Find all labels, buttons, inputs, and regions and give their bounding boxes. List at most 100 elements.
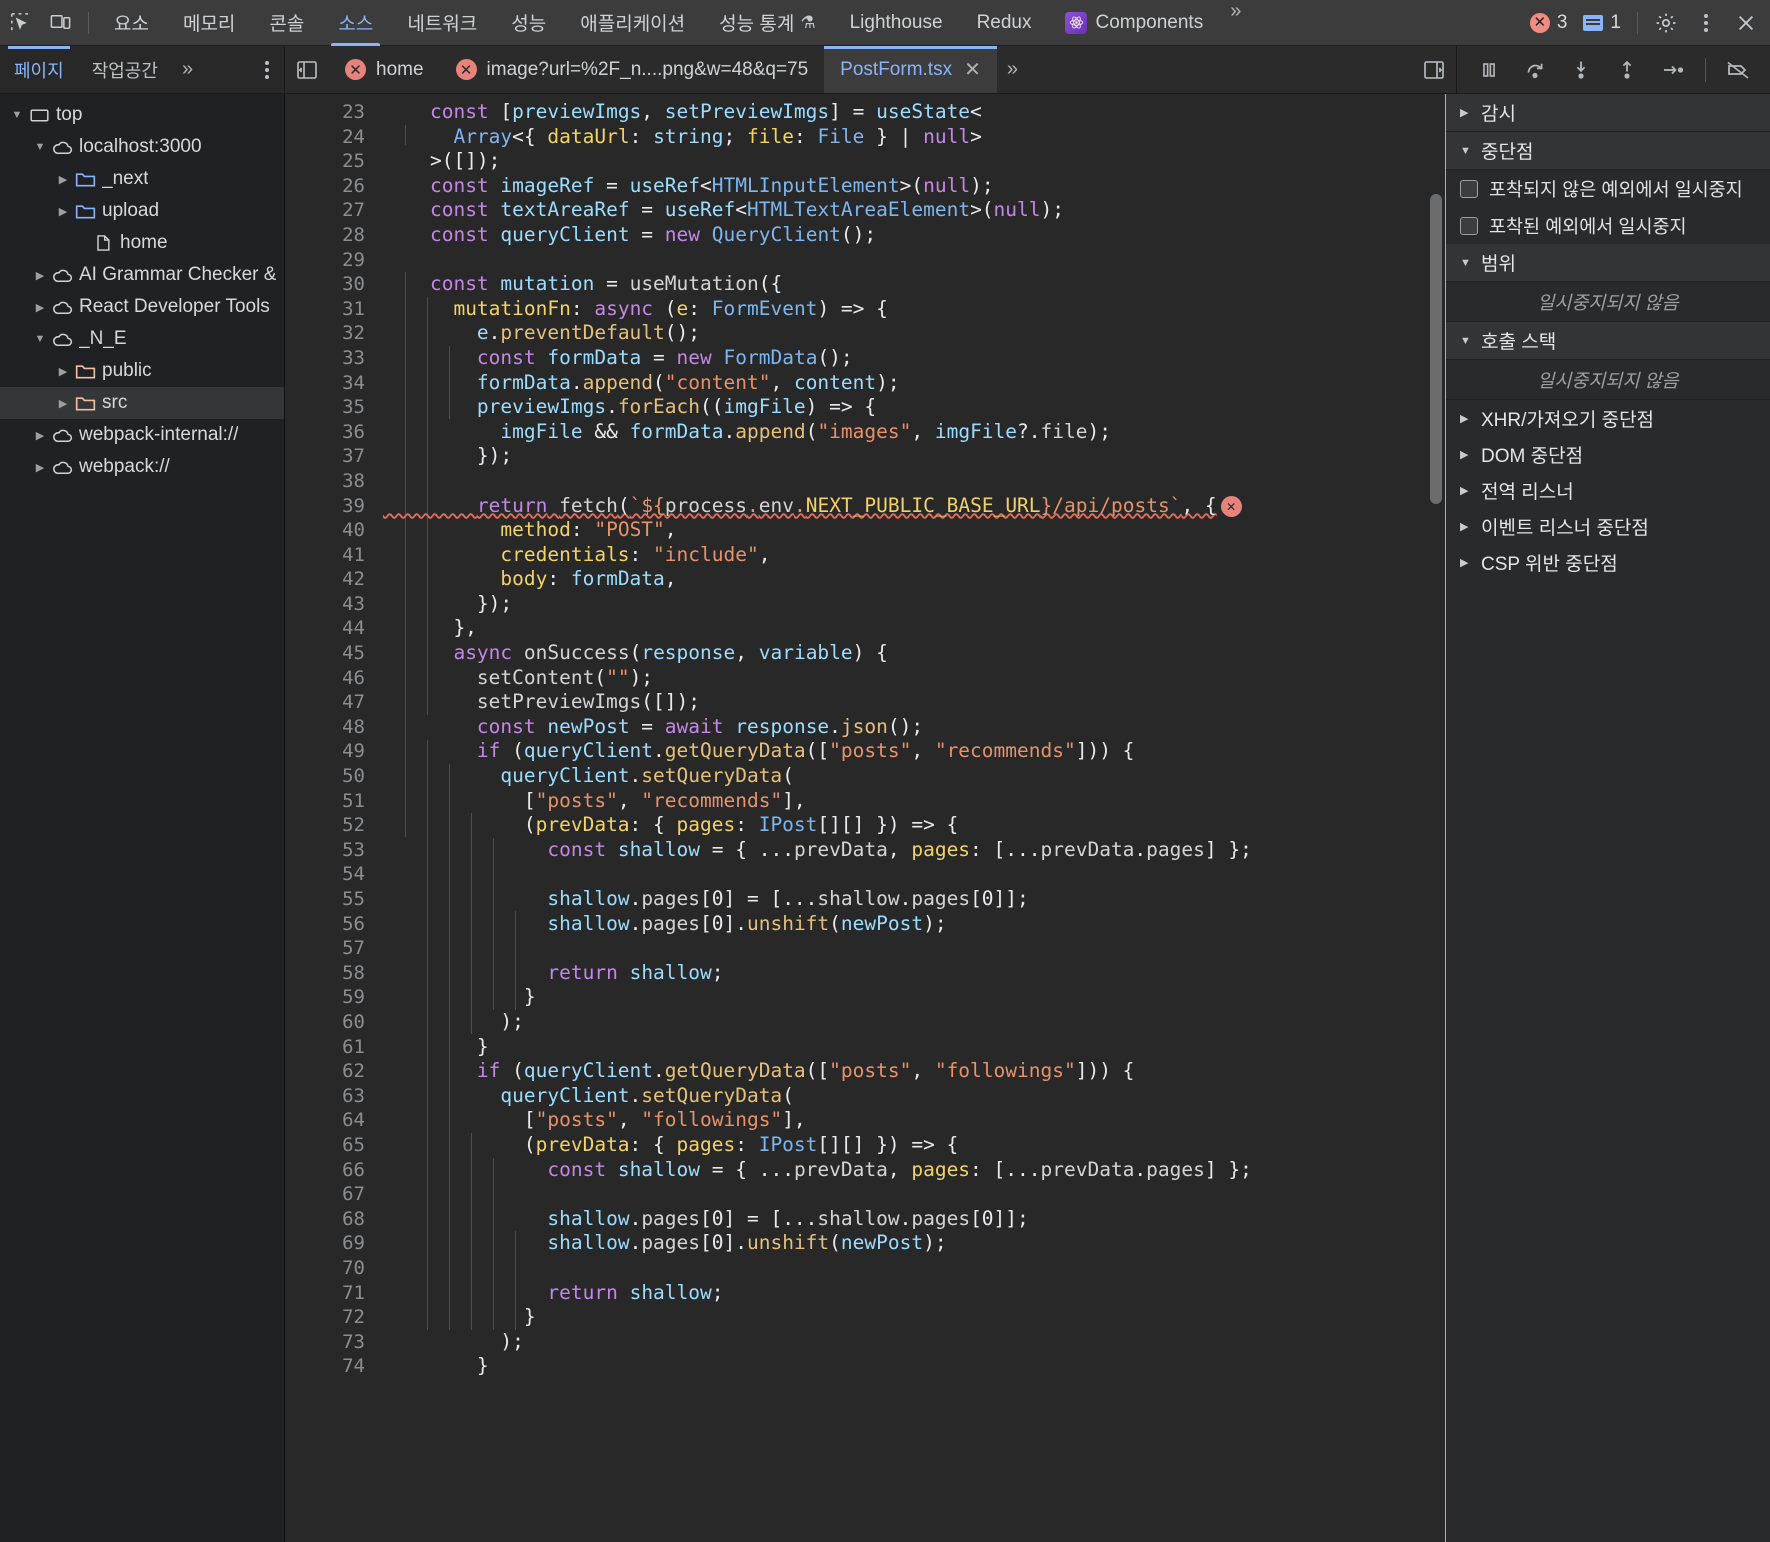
checkbox-icon[interactable] xyxy=(1460,179,1478,198)
line-number[interactable]: 29 xyxy=(285,248,383,273)
line-number[interactable]: 27 xyxy=(285,198,383,223)
tree-item-public[interactable]: ▶ public xyxy=(0,355,284,387)
close-icon[interactable] xyxy=(1726,5,1766,41)
chevron-down-icon[interactable]: ▼ xyxy=(8,109,26,121)
tree-item-src[interactable]: ▶ src xyxy=(0,387,284,419)
nav-tab-workspace[interactable]: 작업공간 xyxy=(78,46,172,94)
line-number[interactable]: 28 xyxy=(285,223,383,248)
deactivate-breakpoints-icon[interactable] xyxy=(1716,50,1760,90)
step-out-icon[interactable] xyxy=(1605,50,1649,90)
line-number[interactable]: 50 xyxy=(285,764,383,789)
line-number[interactable]: 58 xyxy=(285,961,383,986)
debugger-section-breakpoints[interactable]: ▼ 중단점 xyxy=(1446,132,1770,170)
line-number[interactable]: 68 xyxy=(285,1207,383,1232)
tab-lighthouse[interactable]: Lighthouse xyxy=(833,0,960,46)
toggle-navigator-icon[interactable] xyxy=(285,46,329,93)
tree-item-ai-grammar-checker[interactable]: ▶ AI Grammar Checker & xyxy=(0,259,284,291)
chevron-right-icon[interactable]: ▶ xyxy=(31,269,49,282)
step-over-icon[interactable] xyxy=(1513,50,1557,90)
line-number[interactable]: 25 xyxy=(285,149,383,174)
tree-item-n-e[interactable]: ▼ _N_E xyxy=(0,323,284,355)
line-number[interactable]: 59 xyxy=(285,985,383,1010)
code-editor[interactable]: 23 24 25 26 27 28 29 30 31 32 33 34 35 36 37 38 39 40 41 42… xyxy=(285,94,1445,1542)
pause-icon[interactable] xyxy=(1467,50,1511,90)
editor-tab-home[interactable]: ✕ home xyxy=(329,46,440,93)
line-number[interactable]: 56 xyxy=(285,912,383,937)
debugger-section-dom-breakpoints[interactable]: ▶ DOM 중단점 xyxy=(1446,436,1770,472)
line-number[interactable]: 73 xyxy=(285,1330,383,1355)
tree-item-localhost[interactable]: ▼ localhost:3000 xyxy=(0,131,284,163)
tab-performance-insights[interactable]: 성능 통계 ⚗ xyxy=(702,0,832,46)
step-into-icon[interactable] xyxy=(1559,50,1603,90)
warning-count-badge[interactable]: 1 xyxy=(1575,12,1629,34)
line-number[interactable]: 57 xyxy=(285,936,383,961)
line-number[interactable]: 55 xyxy=(285,887,383,912)
kebab-menu-icon[interactable] xyxy=(1686,5,1726,41)
line-number[interactable]: 52 xyxy=(285,813,383,838)
chevron-right-icon[interactable]: ▶ xyxy=(54,173,72,186)
tab-console[interactable]: 콘솔 xyxy=(252,0,321,46)
line-number[interactable]: 48 xyxy=(285,715,383,740)
tree-item-react-developer-tools[interactable]: ▶ React Developer Tools xyxy=(0,291,284,323)
line-number[interactable]: 36 xyxy=(285,420,383,445)
line-number[interactable]: 70 xyxy=(285,1256,383,1281)
chevron-right-icon[interactable]: ▶ xyxy=(54,365,72,378)
chevron-right-icon[interactable]: ▶ xyxy=(31,461,49,474)
line-number[interactable]: 49 xyxy=(285,739,383,764)
line-number[interactable]: 38 xyxy=(285,469,383,494)
more-panels-icon[interactable]: » xyxy=(1220,0,1249,46)
debugger-section-xhr-breakpoints[interactable]: ▶ XHR/가져오기 중단점 xyxy=(1446,400,1770,436)
line-number[interactable]: 45 xyxy=(285,641,383,666)
debugger-section-call-stack[interactable]: ▼ 호출 스택 xyxy=(1446,322,1770,360)
line-number[interactable]: 71 xyxy=(285,1281,383,1306)
line-number[interactable]: 69 xyxy=(285,1231,383,1256)
step-icon[interactable] xyxy=(1651,50,1695,90)
navigator-menu-icon[interactable] xyxy=(250,46,284,94)
file-navigator[interactable]: ▼ top ▼ localhost:3000 ▶ _next ▶ upload … xyxy=(0,94,285,1542)
tab-performance[interactable]: 성능 xyxy=(494,0,563,46)
line-number[interactable]: 66 xyxy=(285,1158,383,1183)
nav-tab-page[interactable]: 페이지 xyxy=(0,45,78,94)
line-number[interactable]: 65 xyxy=(285,1133,383,1158)
chevron-down-icon[interactable]: ▼ xyxy=(31,141,49,153)
line-number[interactable]: 74 xyxy=(285,1354,383,1379)
line-number[interactable]: 47 xyxy=(285,690,383,715)
editor-scrollbar[interactable] xyxy=(1430,194,1442,504)
tree-item-webpack[interactable]: ▶ webpack:// xyxy=(0,451,284,483)
tree-item-webpack-internal[interactable]: ▶ webpack-internal:// xyxy=(0,419,284,451)
device-toolbar-icon[interactable] xyxy=(40,5,80,41)
debugger-section-watch[interactable]: ▶ 감시 xyxy=(1446,94,1770,132)
chevron-down-icon[interactable]: ▼ xyxy=(31,333,49,345)
tab-application[interactable]: 애플리케이션 xyxy=(563,0,702,46)
code-content-scroll[interactable]: const [previewImgs, setPreviewImgs] = us… xyxy=(383,94,1445,1542)
line-number[interactable]: 41 xyxy=(285,543,383,568)
debugger-section-scope[interactable]: ▼ 범위 xyxy=(1446,244,1770,282)
checkbox-icon[interactable] xyxy=(1460,216,1478,235)
line-number[interactable]: 64 xyxy=(285,1108,383,1133)
tab-memory[interactable]: 메모리 xyxy=(166,0,252,46)
line-number[interactable]: 54 xyxy=(285,862,383,887)
tree-item-next[interactable]: ▶ _next xyxy=(0,163,284,195)
inline-error-icon[interactable]: ✕ xyxy=(1220,495,1242,517)
pause-on-uncaught-exceptions-checkbox[interactable]: 포착되지 않은 예외에서 일시중지 xyxy=(1446,170,1770,207)
inspect-element-icon[interactable] xyxy=(0,5,40,41)
chevron-right-icon[interactable]: ▶ xyxy=(31,429,49,442)
line-number[interactable]: 23 xyxy=(285,100,383,125)
debugger-section-global-listeners[interactable]: ▶ 전역 리스너 xyxy=(1446,472,1770,508)
line-number[interactable]: 32 xyxy=(285,321,383,346)
chevron-right-icon[interactable]: ▶ xyxy=(54,397,72,410)
line-number[interactable]: 31 xyxy=(285,297,383,322)
line-number[interactable]: 34 xyxy=(285,371,383,396)
line-number[interactable]: 72 xyxy=(285,1305,383,1330)
debugger-section-event-listener-breakpoints[interactable]: ▶ 이벤트 리스너 중단점 xyxy=(1446,508,1770,544)
line-number[interactable]: 42 xyxy=(285,567,383,592)
chevron-right-icon[interactable]: ▶ xyxy=(31,301,49,314)
nav-more-icon[interactable]: » xyxy=(172,58,201,81)
error-count-badge[interactable]: ✕ 3 xyxy=(1522,12,1576,34)
line-number[interactable]: 62 xyxy=(285,1059,383,1084)
line-number[interactable]: 46 xyxy=(285,666,383,691)
line-number[interactable]: 63 xyxy=(285,1084,383,1109)
more-editor-tabs-icon[interactable]: » xyxy=(997,58,1026,81)
line-number[interactable]: 26 xyxy=(285,174,383,199)
tab-network[interactable]: 네트워크 xyxy=(390,0,494,46)
